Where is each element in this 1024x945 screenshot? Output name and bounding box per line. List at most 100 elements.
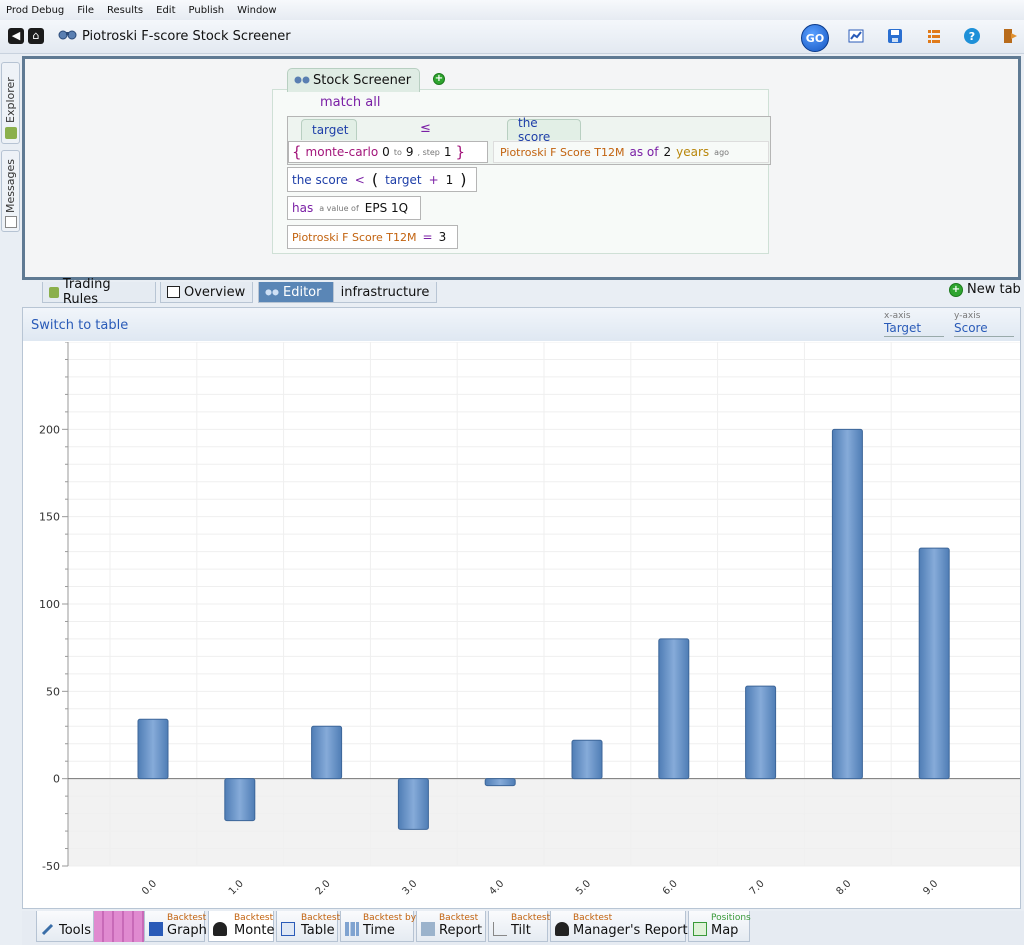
bar	[658, 638, 690, 780]
tab-trading-rules[interactable]: Trading Rules	[42, 277, 156, 307]
y-tick-label: 0	[53, 773, 60, 786]
menu-results[interactable]: Results	[107, 5, 143, 16]
menu-publish[interactable]: Publish	[189, 5, 225, 16]
positions-map-tab[interactable]: Positions Map	[688, 911, 751, 942]
target-ref[interactable]: target	[385, 173, 422, 187]
bar	[918, 547, 950, 780]
monte-tab[interactable]: Backtest Monte	[208, 911, 275, 942]
to-word: to	[393, 147, 402, 157]
stock-screener-label: Stock Screener	[313, 73, 412, 88]
y-axis-selector[interactable]: y-axis Score	[954, 311, 1014, 337]
menu-bar: Prod Debug File Results Edit Publish Win…	[0, 0, 1024, 20]
binoculars-icon	[294, 73, 310, 88]
lt-operator[interactable]: <	[355, 173, 365, 187]
tilt-tab-caption: Backtest	[511, 913, 551, 923]
menu-window[interactable]: Window	[237, 5, 276, 16]
bar	[224, 778, 256, 822]
save-icon[interactable]	[885, 26, 905, 46]
tab-overview[interactable]: Overview	[160, 282, 253, 303]
y-axis-caption: y-axis	[954, 311, 981, 321]
go-button[interactable]: GO	[801, 24, 829, 52]
monte-carlo-func: monte-carlo	[305, 145, 379, 159]
years-count[interactable]: 2	[664, 145, 672, 159]
app-title: Piotroski F-score Stock Screener	[58, 28, 291, 44]
back-icon[interactable]: ◀	[8, 28, 24, 44]
x-tick-label: 1.0	[227, 878, 246, 897]
monte-carlo-step[interactable]: 1	[444, 145, 452, 159]
lte-operator[interactable]: ≤	[420, 121, 431, 136]
map-icon	[693, 922, 707, 936]
close-brace: }	[455, 143, 466, 161]
chart-icon[interactable]	[846, 26, 866, 46]
new-tab-button[interactable]: + New tab	[949, 282, 1021, 297]
menu-file[interactable]: File	[77, 5, 94, 16]
y-tick-label: 200	[39, 423, 60, 436]
chart-icon	[149, 922, 163, 936]
tools-label: Tools	[59, 923, 92, 938]
bars-icon	[345, 922, 359, 936]
a-value-of-label: a value of	[319, 203, 359, 213]
wrench-icon	[41, 922, 55, 936]
target-header[interactable]: target	[301, 119, 357, 140]
bar	[484, 778, 516, 787]
y-axis-value[interactable]: Score	[954, 321, 1014, 337]
piotroski-metric[interactable]: Piotroski F Score T12M	[500, 146, 625, 159]
x-tick-label: 4.0	[487, 878, 506, 897]
x-tick-label: 0.0	[140, 878, 159, 897]
y-tick-label: 50	[46, 685, 60, 698]
years-unit[interactable]: years	[676, 145, 709, 159]
piotroski-metric-2[interactable]: Piotroski F Score T12M	[292, 231, 417, 244]
monte-carlo-from[interactable]: 0	[382, 145, 390, 159]
person-icon	[213, 922, 227, 936]
positions-map-label: Map	[711, 923, 739, 938]
left-sidebar: Explorer Messages	[0, 56, 21, 945]
managers-report-tab[interactable]: Backtest Manager's Report	[550, 911, 688, 942]
new-tab-label: New tab	[967, 282, 1021, 297]
graph-tab[interactable]: Backtest Graph	[144, 911, 207, 942]
x-axis-value[interactable]: Target	[884, 321, 944, 337]
home-icon[interactable]: ⌂	[28, 28, 44, 44]
three-value[interactable]: 3	[439, 230, 447, 244]
add-screener-icon[interactable]: +	[433, 73, 445, 85]
the-score-ref[interactable]: the score	[292, 173, 348, 187]
tab-infrastructure-label: infrastructure	[340, 284, 430, 300]
rule-3[interactable]: has a value of EPS 1Q	[287, 196, 421, 220]
match-all-label[interactable]: match all	[320, 95, 380, 110]
score-header[interactable]: the score	[507, 116, 581, 144]
tools-button[interactable]: Tools	[36, 911, 94, 942]
x-axis-caption: x-axis	[884, 311, 911, 321]
tab-infrastructure[interactable]: infrastructure	[333, 282, 437, 303]
stock-screener-tab[interactable]: Stock Screener	[287, 68, 421, 92]
step-word: , step	[417, 147, 440, 157]
editor-tabs: Trading Rules Overview Editor infrastruc…	[22, 277, 1022, 307]
messages-tab[interactable]: Messages	[1, 150, 20, 232]
monte-tab-label: Monte	[234, 923, 275, 938]
report-tab[interactable]: Backtest Report	[416, 911, 486, 942]
time-tab[interactable]: Backtest by Time	[340, 911, 416, 942]
explorer-tab[interactable]: Explorer	[1, 62, 20, 144]
help-icon[interactable]: ?	[962, 26, 982, 46]
tilt-tab[interactable]: Backtest Tilt	[488, 911, 551, 942]
list-icon[interactable]	[924, 26, 944, 46]
eps-1q-metric[interactable]: EPS 1Q	[365, 201, 408, 215]
left-paren: (	[371, 170, 379, 189]
switch-to-table-link[interactable]: Switch to table	[31, 318, 128, 333]
graph-tab-label: Graph	[167, 923, 207, 938]
menu-edit[interactable]: Edit	[156, 5, 175, 16]
table-tab[interactable]: Backtest Table	[276, 911, 340, 942]
rule-4[interactable]: Piotroski F Score T12M = 3	[287, 225, 458, 249]
monte-carlo-expr[interactable]: { monte-carlo 0 to 9 , step 1 }	[288, 141, 488, 163]
eq-operator[interactable]: =	[423, 230, 433, 244]
svg-text:?: ?	[969, 30, 975, 43]
monte-tab-caption: Backtest	[234, 913, 274, 923]
rule-2[interactable]: the score < ( target + 1 )	[287, 167, 477, 192]
positions-map-caption: Positions	[711, 913, 751, 923]
plus-operator[interactable]: +	[429, 173, 439, 187]
exit-icon[interactable]	[1000, 26, 1020, 46]
bar	[137, 718, 169, 780]
menu-prod-debug[interactable]: Prod Debug	[6, 5, 64, 16]
x-axis-selector[interactable]: x-axis Target	[884, 311, 944, 337]
score-expr[interactable]: Piotroski F Score T12M as of 2 years ago	[493, 141, 769, 163]
one-value[interactable]: 1	[446, 173, 454, 187]
monte-carlo-to[interactable]: 9	[406, 145, 414, 159]
